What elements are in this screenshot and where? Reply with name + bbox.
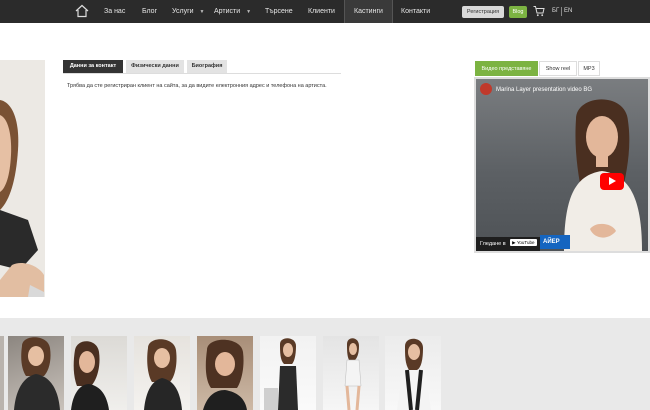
top-nav-bar: За нас Блог Услуги ▼ Артисти ▼ Търсене Кли… [0, 0, 650, 23]
artist-photo-illustration [0, 60, 45, 297]
gallery-thumb[interactable] [385, 336, 441, 410]
photo-gallery [0, 318, 650, 410]
gallery-thumb[interactable] [0, 336, 4, 410]
thumb-illustration [344, 338, 362, 410]
nav-item-search[interactable]: Търсене [265, 0, 293, 23]
chevron-down-icon: ▼ [246, 9, 252, 15]
video-title[interactable]: Marina Layer presentation video BG [496, 87, 592, 93]
youtube-video-player[interactable]: Marina Layer presentation video BG Гледа… [474, 77, 650, 253]
thumb-illustration [144, 339, 182, 410]
artist-main-photo[interactable] [0, 60, 45, 297]
watch-on-youtube-button[interactable]: Гледане в ▶ YouTube [476, 237, 540, 251]
video-panel: Видео представяне Show reel MP3 Marina L… [474, 61, 650, 253]
nav-item-artists-label: Артисти [214, 8, 241, 15]
lang-divider [561, 7, 562, 16]
lang-en-link[interactable]: EN [564, 0, 572, 23]
tab-show-reel[interactable]: Show reel [539, 61, 577, 76]
gallery-thumb[interactable] [323, 336, 379, 410]
thumb-illustration [14, 337, 60, 410]
tab-biography[interactable]: Биография [187, 60, 227, 73]
gallery-thumb[interactable] [134, 336, 190, 410]
nav-item-services[interactable]: Услуги ▼ [172, 0, 204, 23]
tab-physical-data[interactable]: Физически данни [126, 60, 184, 73]
thumb-illustration [71, 341, 109, 410]
thumb-illustration [203, 339, 247, 410]
nav-item-about[interactable]: За нас [104, 0, 125, 23]
nav-item-services-label: Услуги [172, 8, 194, 15]
play-button[interactable] [600, 173, 624, 190]
video-overlay-caption: АЙЕР [540, 235, 570, 249]
watch-on-label: Гледане в [480, 241, 506, 247]
gallery-thumb[interactable] [71, 336, 127, 410]
tab-video-presentation[interactable]: Видео представяне [475, 61, 538, 76]
blog-button[interactable]: Blog [509, 6, 527, 18]
nav-item-blog[interactable]: Блог [142, 0, 157, 23]
nav-item-artists[interactable]: Артисти ▼ [214, 0, 251, 23]
home-icon[interactable] [74, 3, 90, 19]
lang-bg-link[interactable]: БГ [552, 0, 559, 23]
tabs-divider [63, 73, 341, 74]
thumb-illustration [264, 338, 298, 410]
tab-contact-data[interactable]: Данни за контакт [63, 60, 123, 73]
chevron-down-icon: ▼ [199, 9, 205, 15]
channel-avatar[interactable] [480, 83, 492, 95]
register-button[interactable]: Регистрация [462, 6, 504, 18]
youtube-label: YouTube [516, 240, 535, 245]
youtube-logo-icon: ▶ YouTube [510, 239, 537, 246]
tab-mp3[interactable]: MP3 [578, 61, 600, 76]
thumb-illustration [397, 338, 431, 410]
video-presenter-illustration [564, 99, 642, 251]
contact-info-message: Трябва да сте регистриран клиент на сайт… [67, 83, 327, 89]
gallery-thumb[interactable] [8, 336, 64, 410]
nav-item-contacts[interactable]: Контакти [401, 0, 430, 23]
cart-icon[interactable] [533, 5, 545, 17]
nav-item-castings[interactable]: Кастинги [344, 0, 393, 23]
nav-item-clients[interactable]: Клиенти [308, 0, 335, 23]
gallery-thumb[interactable] [260, 336, 316, 410]
gallery-thumb[interactable] [197, 336, 253, 410]
